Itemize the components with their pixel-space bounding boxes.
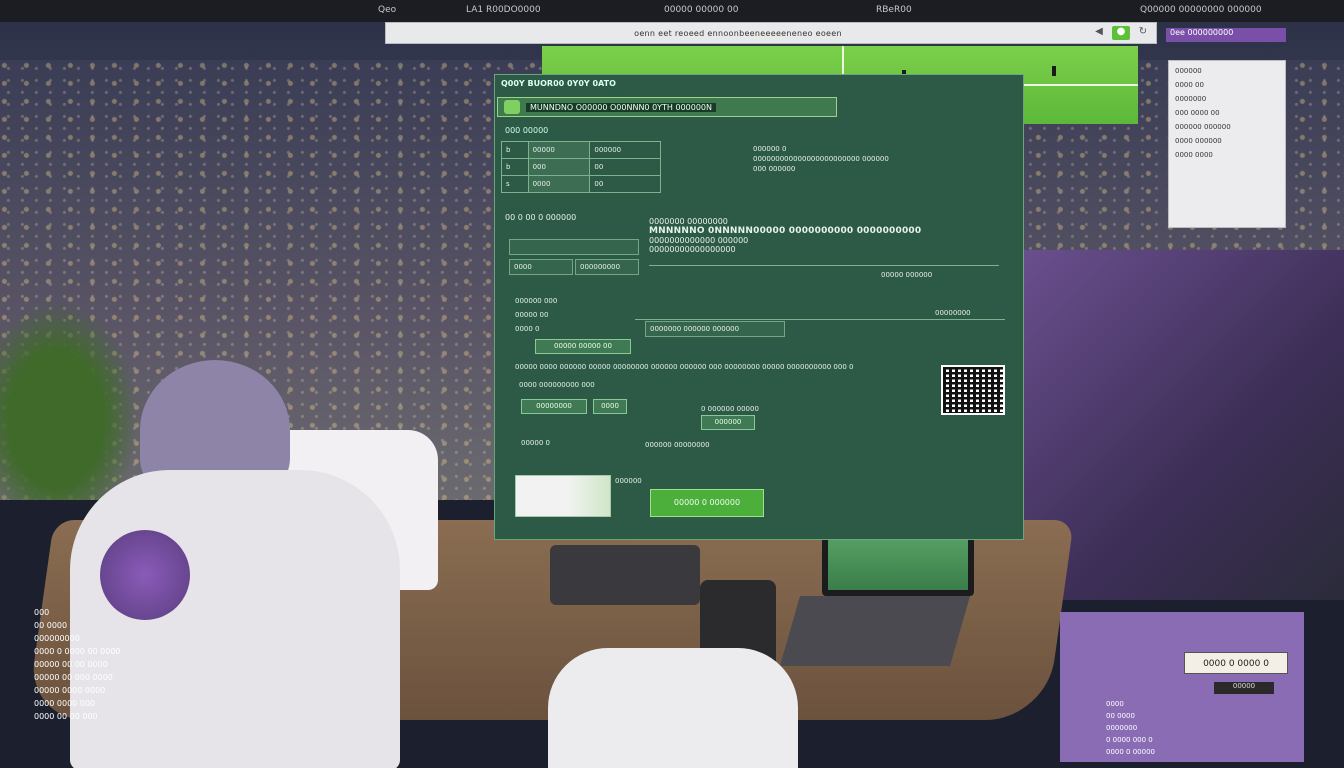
notice-line: 00000000000000000 (649, 245, 736, 254)
section-heading: 00 0 00 0 000000 (505, 213, 577, 222)
table-cell: 00 (589, 175, 661, 193)
group-label: 000000 000 (515, 297, 558, 305)
main-window: Q00Y BUOR00 0Y0Y 0ATO MUNNDNO O00000 O00… (494, 74, 1024, 540)
overlay-line: 00 0000 (34, 621, 68, 630)
note-line: 0000 000000 (1175, 137, 1222, 145)
address-bar[interactable]: oenn eet reoeed ennoonbeeneeeeeneneo eoe… (385, 22, 1157, 44)
purple-line: 0000000 (1106, 724, 1138, 732)
url-text[interactable]: oenn eet reoeed ennoonbeeneeeeeneneo eoe… (386, 29, 1090, 38)
small-button[interactable]: 00000 00000 00 (535, 339, 631, 354)
extension-tab[interactable]: 0ee 000000000 (1166, 28, 1286, 42)
overlay-line: 00000 00 00 0000 (34, 660, 108, 669)
bottom-label: 00000 0 (521, 439, 550, 447)
topbar-item[interactable]: Qeo (378, 5, 396, 15)
input-field[interactable]: 0000 (509, 259, 573, 275)
tab-label[interactable]: 000 00000 (505, 126, 548, 135)
notice-block: 0000000 00000000 MNNNNNO 0NNNNN00000 000… (649, 217, 1005, 267)
overlay-line: 00000 00 000 0000 (34, 673, 113, 682)
row-label: 0000 000000000 000 (519, 381, 595, 389)
note-line: 0000000 (1175, 95, 1207, 103)
table-cell: 000000 (589, 141, 661, 159)
system-topbar: Qeo LA1 R00DO0000 00000 00000 00 RBeR00 … (0, 0, 1344, 22)
notice-line: 0000000 00000000 (649, 217, 728, 226)
back-icon[interactable]: ◀ (1090, 26, 1108, 40)
info-table: b 00000 000000 b 000 00 s 0000 00 (501, 141, 661, 193)
topbar-item[interactable]: LA1 R00DO0000 (466, 5, 541, 15)
note-line: 000000 (1175, 67, 1202, 75)
left-overlay-text: 000 00 0000 000000000 0000 0 0000 00 000… (34, 606, 121, 723)
chair-front (548, 648, 798, 768)
overlay-line: 00000 0000 0000 (34, 686, 106, 695)
note-line: 000 0000 00 (1175, 109, 1220, 117)
left-button[interactable]: 00000000 (521, 399, 587, 414)
info-line: 000000000000000000000000 000000 (753, 155, 889, 163)
note-line: 000000 000000 (1175, 123, 1231, 131)
purple-line: 0 0000 000 0 (1106, 736, 1153, 744)
info-line: 000000 0 (753, 145, 787, 153)
table-row: s 0000 00 (501, 175, 661, 193)
left-button[interactable]: 0000 (593, 399, 627, 414)
note-line: 0000 0000 (1175, 151, 1213, 159)
divider (649, 265, 999, 266)
keyboard (550, 545, 700, 605)
overlay-line: 000 (34, 608, 50, 617)
input-field[interactable]: 000000000 (575, 259, 639, 275)
overlay-line: 0000 0000 000 (34, 699, 96, 708)
wide-text: 00000 0000 000000 00000 00000000 000000 … (515, 363, 854, 371)
topbar-item[interactable]: RBeR00 (876, 5, 912, 15)
qr-code-icon[interactable] (941, 365, 1005, 415)
notice-line: 0000000000000 000000 (649, 236, 749, 245)
purple-line: 0000 (1106, 700, 1124, 708)
note-line: 0000 00 (1175, 81, 1204, 89)
overlay-line: 0000 00 00 000 (34, 712, 98, 721)
mid-button[interactable]: 000000 (701, 415, 755, 430)
purple-panel-text: 0000 00 0000 0000000 0 0000 000 0 0000 0… (1106, 698, 1155, 758)
table-cell: s (501, 175, 529, 193)
table-cell: 00000 (527, 141, 591, 159)
topbar-item[interactable]: Q00000 00000000 000000 (1140, 5, 1262, 15)
table-cell: 000 (527, 158, 591, 176)
go-icon[interactable]: ● (1112, 26, 1130, 40)
window-header: MUNNDNO O00000 O00NNN0 0YTH 000000N (497, 97, 837, 117)
notice-right-label: 00000 000000 (881, 271, 933, 279)
table-cell: 0000 (527, 175, 591, 193)
input-field[interactable] (509, 239, 639, 255)
notice-title: MNNNNNO 0NNNNN00000 0000000000 000000000… (649, 226, 922, 236)
player-figure (1052, 66, 1056, 76)
table-cell: 00 (589, 158, 661, 176)
overlay-line: 000000000 (34, 634, 80, 643)
table-row: b 00000 000000 (501, 141, 661, 159)
long-field[interactable]: 0000000 000000 000000 (645, 321, 785, 337)
reload-icon[interactable]: ↻ (1134, 26, 1152, 40)
overlay-line: 0000 0 0000 00 0000 (34, 647, 121, 656)
divider (635, 319, 1005, 320)
side-note-panel: 000000 0000 00 0000000 000 0000 00 00000… (1168, 60, 1286, 228)
info-box: 000000 0 000000000000000000000000 000000… (745, 141, 1015, 197)
primary-action-button[interactable]: 00000 0 000000 (650, 489, 764, 517)
group-line: 00000 00 (515, 311, 549, 319)
purple-line: 00 0000 (1106, 712, 1135, 720)
table-cell: b (501, 158, 529, 176)
table-row: b 000 00 (501, 158, 661, 176)
group-line: 0000 0 (515, 325, 540, 333)
app-logo-icon (504, 100, 520, 114)
purple-panel-label: 0000 0 0000 0 (1184, 652, 1288, 674)
header-text: MUNNDNO O00000 O00NNN0 0YTH 000000N (526, 102, 717, 112)
notice-right-label: 00000000 (935, 309, 971, 317)
purple-panel-sub: 00000 (1214, 682, 1274, 694)
info-line: 000 000000 (753, 165, 796, 173)
table-cell: b (501, 141, 529, 159)
window-title: Q00Y BUOR00 0Y0Y 0ATO (501, 79, 616, 88)
topbar-item[interactable]: 00000 00000 00 (664, 5, 738, 15)
bottom-right-label: 000000 00000000 (645, 441, 710, 449)
mid-label: 0 000000 00000 (701, 405, 759, 413)
purple-line: 0000 0 00000 (1106, 748, 1155, 756)
preview-thumbnail[interactable] (515, 475, 611, 517)
thumb-caption: 000000 (615, 477, 642, 485)
laptop-base (779, 596, 971, 666)
